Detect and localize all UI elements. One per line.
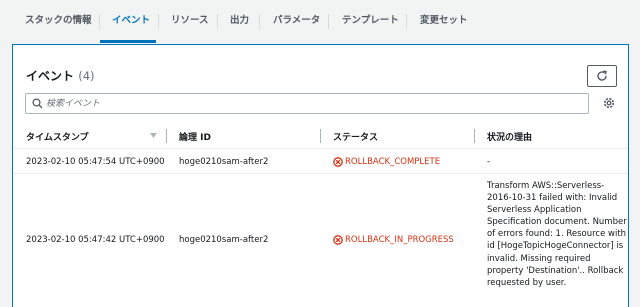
status-text: ROLLBACK_IN_PROGRESS	[345, 235, 454, 245]
refresh-icon	[597, 70, 607, 81]
tab-outputs[interactable]: 出力	[230, 10, 249, 32]
tab-events[interactable]: イベント	[112, 10, 150, 32]
settings-icon[interactable]	[602, 96, 616, 110]
column-divider	[166, 129, 167, 143]
tab-parameters[interactable]: パラメータ	[273, 10, 320, 32]
tab-divider	[99, 14, 100, 29]
column-reason[interactable]: 状況の理由	[487, 130, 532, 143]
reason-line: property 'Destination'.. Rollback	[487, 265, 624, 276]
row-timestamp: 2023-02-10 05:47:42 UTC+0900	[26, 235, 165, 245]
row-logical-id: hoge0210sam-after2	[179, 235, 269, 245]
tab-divider	[406, 14, 407, 29]
search-icon	[32, 98, 43, 109]
table-row: 2023-02-10 05:47:54 UTC+0900 hoge0210sam…	[13, 149, 628, 174]
column-logical-id[interactable]: 論理 ID	[179, 130, 211, 143]
tab-divider	[259, 14, 260, 29]
row-timestamp: 2023-02-10 05:47:54 UTC+0900	[26, 157, 165, 167]
active-tab-indicator	[100, 40, 156, 43]
events-panel: イベント (4) タイムスタンプ 論理 ID ステータス 状況の理由 2023-	[12, 44, 629, 307]
table-header: タイムスタンプ 論理 ID ステータス 状況の理由	[13, 123, 628, 149]
panel-title: イベント (4)	[26, 67, 95, 84]
row-logical-id: hoge0210sam-after2	[179, 157, 269, 167]
error-icon	[333, 157, 343, 167]
refresh-button[interactable]	[587, 65, 617, 87]
status-text: ROLLBACK_COMPLETE	[345, 157, 441, 167]
tab-change-sets[interactable]: 変更セット	[420, 10, 468, 32]
row-reason: Transform AWS::Serverless- 2016-10-31 fa…	[487, 180, 627, 289]
tab-divider	[328, 14, 329, 29]
tab-bar: スタックの情報 イベント リソース 出力 パラメータ テンプレート 変更セット	[0, 0, 640, 43]
panel-title-text: イベント	[26, 69, 75, 83]
reason-line: Specification document. Number	[487, 217, 627, 228]
sort-icon[interactable]	[150, 133, 157, 138]
reason-line: requested by user.	[487, 277, 567, 288]
row-status: ROLLBACK_COMPLETE	[333, 157, 473, 169]
event-count: (4)	[78, 69, 95, 83]
row-status: ROLLBACK_IN_PROGRESS	[333, 235, 473, 247]
column-divider	[474, 129, 475, 143]
column-status[interactable]: ステータス	[333, 130, 378, 143]
tab-divider	[158, 14, 159, 29]
column-timestamp[interactable]: タイムスタンプ	[26, 130, 89, 143]
reason-line: of errors found: 1. Resource with	[487, 229, 627, 240]
search-box	[25, 93, 589, 114]
row-reason: -	[487, 157, 491, 167]
tab-stack-info[interactable]: スタックの情報	[25, 10, 92, 32]
tab-divider	[217, 14, 218, 29]
column-divider	[320, 129, 321, 143]
reason-line: Serverless Application	[487, 205, 582, 216]
table-row: 2023-02-10 05:47:42 UTC+0900 hoge0210sam…	[13, 175, 628, 307]
error-icon	[333, 235, 343, 245]
reason-line: id [HogeTopicHogeConnector] is	[487, 241, 624, 252]
reason-line: 2016-10-31 failed with: Invalid	[487, 193, 618, 204]
tab-resources[interactable]: リソース	[171, 10, 209, 32]
reason-line: invalid. Missing required	[487, 253, 591, 264]
reason-line: Transform AWS::Serverless-	[487, 181, 605, 191]
tab-template[interactable]: テンプレート	[342, 10, 399, 32]
search-input[interactable]	[46, 95, 576, 112]
